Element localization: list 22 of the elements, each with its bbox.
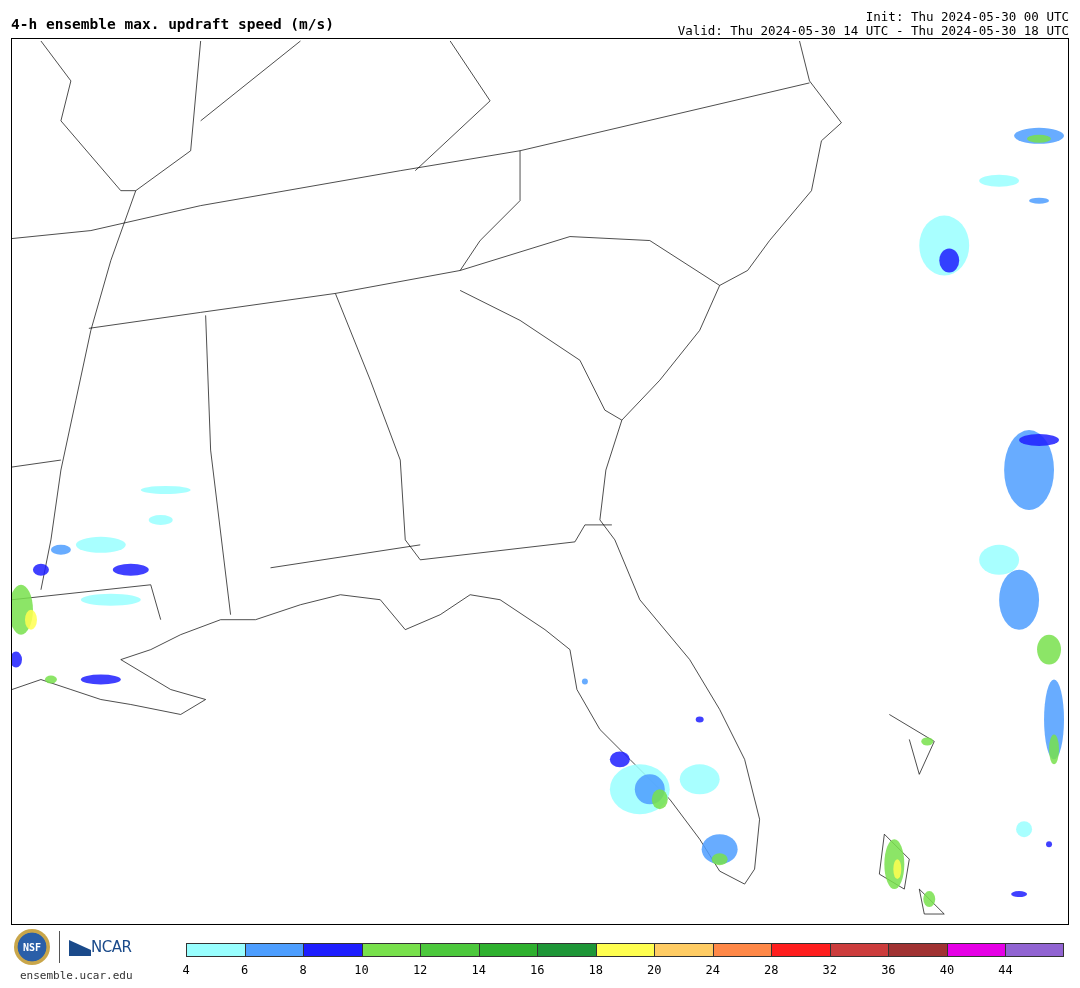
tick-label: 32 xyxy=(822,964,838,976)
tick-label: 44 xyxy=(998,964,1013,976)
tick-label: 12 xyxy=(412,964,428,976)
tick-label: 10 xyxy=(354,964,369,976)
tick-label: 14 xyxy=(471,964,486,976)
tick-label: 28 xyxy=(764,964,779,976)
valid-time: Valid: Thu 2024-05-30 14 UTC - Thu 2024-05-30 18 UTC xyxy=(677,24,1069,38)
nsf-logo: NSF xyxy=(14,929,50,965)
tick-label: 16 xyxy=(529,964,545,976)
init-time: Init: Thu 2024-05-30 00 UTC xyxy=(864,10,1069,24)
tick-label: 36 xyxy=(881,964,896,976)
tick-label: 40 xyxy=(939,964,955,976)
tick-label: 4 xyxy=(182,964,190,976)
tick-label: 8 xyxy=(299,964,307,976)
wave-icon xyxy=(69,938,91,956)
tick-label: 6 xyxy=(240,964,249,976)
plot-title: 4-h ensemble max. updraft speed (m/s) xyxy=(11,16,334,31)
ncar-logo: NCAR xyxy=(91,936,132,958)
tick-label: 18 xyxy=(588,964,603,976)
tick-label: 24 xyxy=(705,964,720,976)
tick-label: 20 xyxy=(647,964,662,976)
site-url: ensemble.ucar.edu xyxy=(20,968,134,984)
